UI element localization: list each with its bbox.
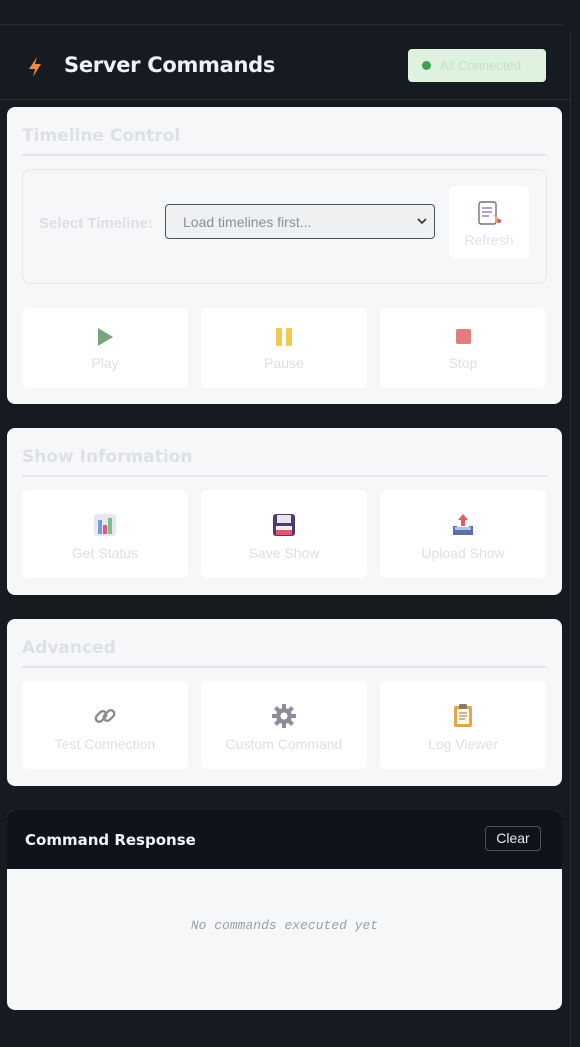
stop-icon — [456, 329, 471, 344]
section-divider — [22, 666, 547, 668]
timeline-select[interactable]: Load timelines first... — [165, 204, 435, 239]
upload-tray-icon — [453, 514, 473, 535]
status-text: All Connected — [440, 58, 521, 73]
save-show-label: Save Show — [248, 545, 320, 561]
section-title-show-info: Show Information — [22, 447, 193, 467]
clipboard-icon — [454, 704, 472, 727]
lightning-bolt-icon — [29, 57, 41, 77]
stop-label: Stop — [448, 355, 478, 371]
log-viewer-label: Log Viewer — [428, 736, 498, 752]
chevron-down-icon — [417, 218, 427, 225]
command-response-panel: Command Response Clear No commands execu… — [7, 810, 562, 1010]
play-label: Play — [91, 355, 119, 371]
status-dot-icon — [422, 61, 431, 70]
stop-button[interactable]: Stop — [380, 308, 546, 388]
pause-label: Pause — [264, 355, 304, 371]
command-response-header: Command Response Clear — [7, 810, 562, 869]
show-information-card: Show Information Get Status Save Show Up… — [7, 428, 562, 595]
advanced-card: Advanced Test Connection Custom Command — [7, 619, 562, 786]
timeline-select-value: Load timelines first... — [183, 214, 312, 230]
play-icon — [98, 328, 113, 346]
gear-icon — [272, 704, 296, 728]
refresh-document-icon — [478, 201, 501, 225]
timeline-select-group: Select Timeline: Load timelines first...… — [22, 169, 547, 284]
bar-chart-icon — [94, 514, 116, 536]
pause-button[interactable]: Pause — [201, 308, 367, 388]
log-viewer-button[interactable]: Log Viewer — [380, 681, 546, 769]
timeline-control-card: Timeline Control Select Timeline: Load t… — [7, 107, 562, 404]
section-title-advanced: Advanced — [22, 638, 116, 658]
save-show-button[interactable]: Save Show — [201, 490, 367, 578]
link-icon — [94, 709, 116, 723]
section-title-timeline: Timeline Control — [22, 126, 181, 146]
clear-button[interactable]: Clear — [485, 826, 541, 851]
upload-show-label: Upload Show — [421, 545, 505, 561]
pause-icon — [276, 328, 292, 346]
refresh-label: Refresh — [464, 232, 514, 248]
page-title: Server Commands — [64, 53, 276, 77]
section-divider — [22, 475, 547, 477]
play-button[interactable]: Play — [22, 308, 188, 388]
upload-show-button[interactable]: Upload Show — [380, 490, 546, 578]
test-connection-label: Test Connection — [54, 736, 156, 752]
empty-response-message: No commands executed yet — [190, 918, 379, 933]
get-status-button[interactable]: Get Status — [22, 490, 188, 578]
select-timeline-label: Select Timeline: — [39, 215, 153, 232]
get-status-label: Get Status — [71, 545, 139, 561]
custom-command-label: Custom Command — [225, 736, 343, 752]
test-connection-button[interactable]: Test Connection — [22, 681, 188, 769]
refresh-button[interactable]: Refresh — [449, 186, 529, 259]
command-response-title: Command Response — [25, 831, 196, 849]
floppy-disk-icon — [273, 514, 295, 536]
custom-command-button[interactable]: Custom Command — [201, 681, 367, 769]
section-divider — [22, 154, 547, 156]
status-badge: All Connected — [408, 49, 546, 82]
